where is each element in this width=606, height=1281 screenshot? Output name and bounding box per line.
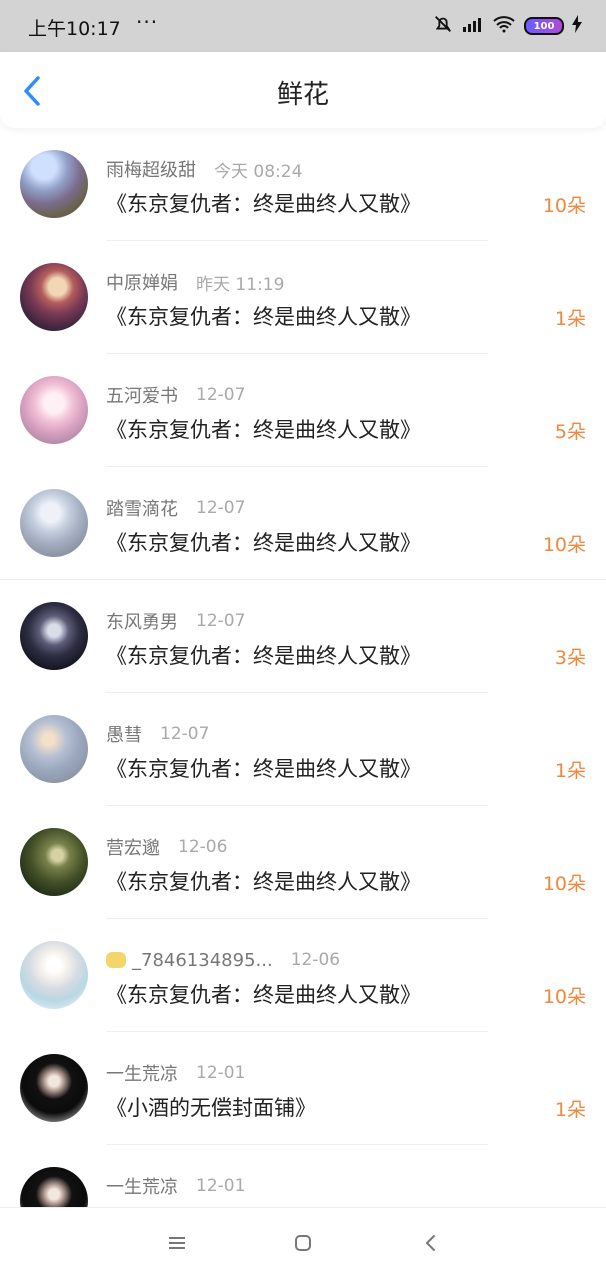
flower-count: 10朵 xyxy=(542,986,586,1008)
flower-count: 1朵 xyxy=(554,760,586,782)
menu-icon[interactable] xyxy=(166,1232,188,1254)
avatar[interactable] xyxy=(20,150,88,218)
wifi-icon xyxy=(492,15,516,37)
timestamp: 12-06 xyxy=(290,950,341,970)
book-title[interactable]: 《东京复仇者：终是曲终人又散》 xyxy=(106,640,421,670)
username[interactable]: 雨梅超级甜 xyxy=(106,156,196,182)
beer-icon xyxy=(106,952,126,968)
system-navigation-bar xyxy=(0,1207,606,1281)
back-icon[interactable] xyxy=(420,1232,442,1254)
timestamp: 12-07 xyxy=(160,724,210,744)
flower-count: 5朵 xyxy=(554,421,586,443)
status-time: 上午10:17 xyxy=(28,18,121,40)
avatar[interactable] xyxy=(20,263,88,331)
username[interactable]: 一生荒凉 xyxy=(106,1060,178,1086)
mute-notification-icon xyxy=(432,13,454,39)
username[interactable]: 东风勇男 xyxy=(106,608,178,634)
timestamp: 12-06 xyxy=(178,837,228,857)
timestamp: 12-07 xyxy=(196,611,246,631)
list-item[interactable]: 中原婵娟 昨天 11:19 《东京复仇者：终是曲终人又散》 1朵 xyxy=(0,241,606,354)
username[interactable]: 踏雪滴花 xyxy=(106,495,178,521)
flower-count: 1朵 xyxy=(554,1099,586,1121)
timestamp: 12-07 xyxy=(196,498,246,518)
status-icons: 100 xyxy=(432,14,582,38)
flower-count: 1朵 xyxy=(554,308,586,330)
book-title[interactable]: 《东京复仇者：终是曲终人又散》 xyxy=(106,866,421,896)
timestamp: 12-01 xyxy=(196,1176,246,1196)
signal-icon xyxy=(462,15,484,37)
avatar[interactable] xyxy=(20,1054,88,1122)
username[interactable]: 营宏邈 xyxy=(106,834,160,860)
username[interactable]: _7846134895... xyxy=(132,950,273,971)
book-title[interactable]: 《东京复仇者：终是曲终人又散》 xyxy=(106,979,421,1009)
username[interactable]: 一生荒凉 xyxy=(106,1173,178,1199)
timestamp: 今天 08:24 xyxy=(214,161,303,182)
book-title[interactable]: 《东京复仇者：终是曲终人又散》 xyxy=(106,753,421,783)
avatar[interactable] xyxy=(20,376,88,444)
avatar[interactable] xyxy=(20,715,88,783)
flower-count: 10朵 xyxy=(542,534,586,556)
home-icon[interactable] xyxy=(292,1232,314,1254)
list-item[interactable]: 营宏邈 12-06 《东京复仇者：终是曲终人又散》 10朵 xyxy=(0,806,606,919)
avatar[interactable] xyxy=(20,489,88,557)
list-item[interactable]: _7846134895... 12-06 《东京复仇者：终是曲终人又散》 10朵 xyxy=(0,919,606,1032)
charging-icon xyxy=(572,15,582,37)
timestamp: 12-07 xyxy=(196,385,246,405)
flower-gift-list: 雨梅超级甜 今天 08:24 《东京复仇者：终是曲终人又散》 10朵 中原婵娟 … xyxy=(0,128,606,1207)
list-item[interactable]: 一生荒凉 12-01 xyxy=(0,1145,606,1207)
book-title[interactable]: 《小酒的无偿封面铺》 xyxy=(106,1092,316,1122)
book-title[interactable]: 《东京复仇者：终是曲终人又散》 xyxy=(106,414,421,444)
battery-icon: 100 xyxy=(524,17,564,35)
header: 鲜花 xyxy=(0,52,606,128)
flower-count: 10朵 xyxy=(542,195,586,217)
list-item[interactable]: 东风勇男 12-07 《东京复仇者：终是曲终人又散》 3朵 xyxy=(0,580,606,693)
avatar[interactable] xyxy=(20,828,88,896)
username[interactable]: 五河爱书 xyxy=(106,382,178,408)
list-item[interactable]: 五河爱书 12-07 《东京复仇者：终是曲终人又散》 5朵 xyxy=(0,354,606,467)
book-title[interactable]: 《东京复仇者：终是曲终人又散》 xyxy=(106,527,421,557)
book-title[interactable]: 《东京复仇者：终是曲终人又散》 xyxy=(106,301,421,331)
book-title[interactable]: 《东京复仇者：终是曲终人又散》 xyxy=(106,188,421,218)
list-item[interactable]: 雨梅超级甜 今天 08:24 《东京复仇者：终是曲终人又散》 10朵 xyxy=(0,128,606,241)
status-more-dots: ··· xyxy=(136,10,159,34)
list-item[interactable]: 一生荒凉 12-01 《小酒的无偿封面铺》 1朵 xyxy=(0,1032,606,1145)
status-bar: 上午10:17 ··· 100 xyxy=(0,0,606,52)
timestamp: 12-01 xyxy=(196,1063,246,1083)
list-item[interactable]: 愚彗 12-07 《东京复仇者：终是曲终人又散》 1朵 xyxy=(0,693,606,806)
username[interactable]: 愚彗 xyxy=(106,721,142,747)
avatar[interactable] xyxy=(20,1167,88,1207)
flower-count: 3朵 xyxy=(554,647,586,669)
timestamp: 昨天 11:19 xyxy=(196,274,285,295)
page-title: 鲜花 xyxy=(276,80,329,110)
list-item[interactable]: 踏雪滴花 12-07 《东京复仇者：终是曲终人又散》 10朵 xyxy=(0,467,606,580)
avatar[interactable] xyxy=(20,941,88,1009)
flower-count: 10朵 xyxy=(542,873,586,895)
username[interactable]: 中原婵娟 xyxy=(106,269,178,295)
avatar[interactable] xyxy=(20,602,88,670)
